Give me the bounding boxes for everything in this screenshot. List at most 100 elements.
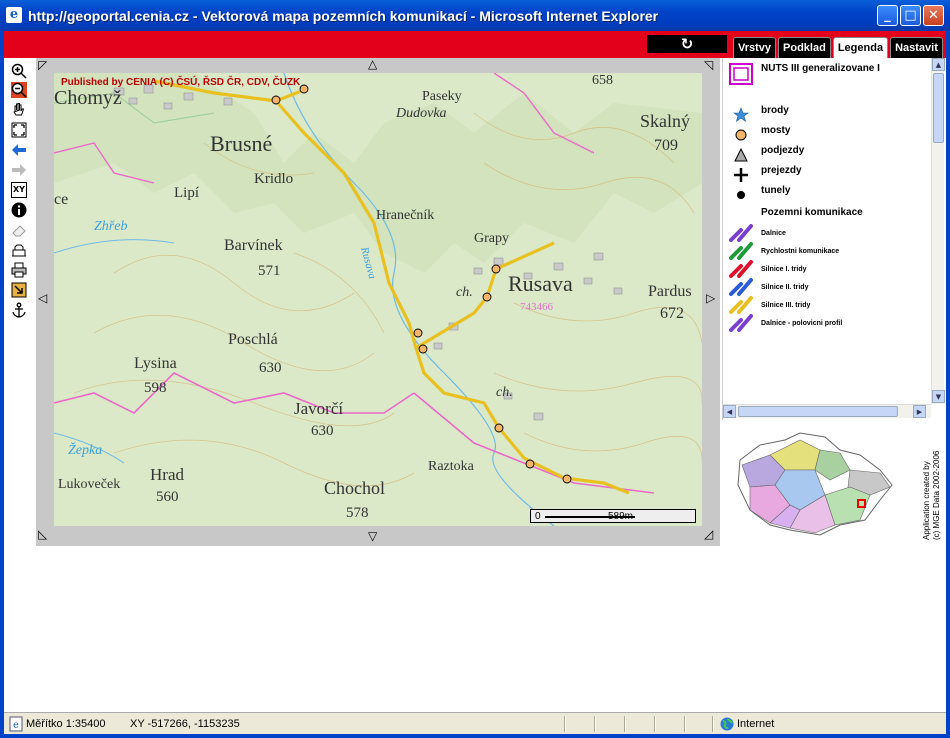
legend-panel: NUTS III generalizovane I brody mosty po… xyxy=(722,58,945,420)
legend-horizontal-scrollbar[interactable]: ◀ ▶ xyxy=(723,404,931,418)
map-label: Raztoka xyxy=(428,459,474,474)
pan-south-icon[interactable]: ▽ xyxy=(368,530,377,542)
pan-southeast-icon[interactable]: ◿ xyxy=(704,528,713,540)
status-separator xyxy=(684,716,686,732)
overview-map[interactable] xyxy=(730,425,896,541)
map-label: Poschlá xyxy=(228,331,278,348)
eraser-icon[interactable] xyxy=(11,222,27,238)
map-label: 630 xyxy=(311,423,334,439)
tab-nastavit[interactable]: Nastavit xyxy=(890,37,943,58)
xy-icon[interactable]: XY xyxy=(11,182,27,198)
tab-vrstvy[interactable]: Vrstvy xyxy=(733,37,777,58)
plus-icon xyxy=(734,168,748,182)
road-dalnice-icon xyxy=(729,224,753,242)
map-label: Brusné xyxy=(210,131,273,156)
legend-road-label: Silnice I. tridy xyxy=(761,266,807,273)
scale-bar: 0 589m xyxy=(530,509,696,523)
scroll-thumb-h[interactable] xyxy=(738,406,898,417)
maximize-button[interactable]: □ xyxy=(900,5,921,26)
legend-item-label: mosty xyxy=(761,125,791,136)
map-label: Javorčí xyxy=(294,399,344,418)
zoom-extent-icon[interactable] xyxy=(11,122,27,138)
map-label: 598 xyxy=(144,380,167,396)
pan-north-icon[interactable]: △ xyxy=(368,58,377,70)
map-canvas[interactable]: Chomyž Brusné Paseky Dudovka Skalný 709 … xyxy=(54,73,702,526)
zoom-out-icon[interactable] xyxy=(11,82,27,98)
legend-item-label: prejezdy xyxy=(761,165,802,176)
legend-item-label: tunely xyxy=(761,185,791,196)
status-separator xyxy=(564,716,566,732)
status-bar: e Měřítko 1:35400 XY -517266, -1153235 I… xyxy=(4,712,946,734)
map-label: Rusava xyxy=(508,271,573,296)
map-label: ce xyxy=(54,191,69,208)
status-separator xyxy=(624,716,626,732)
copyright-text: Published by CENIA (C) ČSÚ, ŘSD ČR, CDV,… xyxy=(61,77,301,88)
window-titlebar[interactable]: e http://geoportal.cenia.cz - Vektorová … xyxy=(0,0,950,31)
map-label: Hrad xyxy=(150,465,184,484)
forward-arrow-icon[interactable] xyxy=(11,162,27,178)
map-label: Pardus xyxy=(648,283,692,300)
map-label: Barvínek xyxy=(224,237,283,254)
window-title: http://geoportal.cenia.cz - Vektorová ma… xyxy=(28,8,659,24)
scale-zero: 0 xyxy=(535,511,541,522)
nuts-region-icon xyxy=(729,63,753,85)
application-credit: Application created by (c) MGE Data 2002… xyxy=(922,451,942,540)
legend-vertical-scrollbar[interactable]: ▲ ▼ xyxy=(931,58,945,404)
back-arrow-icon[interactable] xyxy=(11,142,27,158)
map-label: Lysina xyxy=(134,355,177,372)
map-label: Skalný xyxy=(640,111,691,131)
pan-northwest-icon[interactable]: ◸ xyxy=(38,59,47,71)
pan-southwest-icon[interactable]: ◺ xyxy=(38,528,47,540)
tab-legenda[interactable]: Legenda xyxy=(832,37,889,58)
status-coordinates: XY -517266, -1153235 xyxy=(130,718,240,730)
road-silnice-2-icon xyxy=(729,278,753,296)
scroll-right-icon[interactable]: ▶ xyxy=(913,405,926,418)
tab-podklad[interactable]: Podklad xyxy=(778,37,831,58)
road-rychlostni-icon xyxy=(729,242,753,260)
road-silnice-1-icon xyxy=(729,260,753,278)
map-label: 571 xyxy=(258,263,281,279)
pan-east-icon[interactable]: ▷ xyxy=(706,292,715,304)
zoom-in-icon[interactable] xyxy=(11,63,27,79)
map-label: ch. xyxy=(456,285,473,300)
credit-line-1: Application created by xyxy=(922,461,931,540)
pan-northeast-icon[interactable]: ◹ xyxy=(704,59,713,71)
legend-road-label: Dalnice xyxy=(761,230,786,237)
legend-nuts-label: NUTS III generalizovane I xyxy=(761,63,880,74)
map-label: ch. xyxy=(496,385,513,400)
triangle-icon xyxy=(734,147,748,162)
legend-road-label: Dalnice - polovicni profil xyxy=(761,320,843,327)
map-label: Grapy xyxy=(474,231,509,246)
print-icon[interactable] xyxy=(11,262,27,278)
minimize-button[interactable]: _ xyxy=(877,5,898,26)
map-label: 630 xyxy=(259,360,282,376)
dot-icon xyxy=(737,191,745,199)
scroll-down-icon[interactable]: ▼ xyxy=(932,390,945,403)
measure-icon[interactable] xyxy=(11,242,27,258)
scroll-up-icon[interactable]: ▲ xyxy=(932,58,945,71)
legend-road-label: Rychlostni komunikace xyxy=(761,248,840,255)
map-label: Žepka xyxy=(68,443,103,458)
pan-hand-icon[interactable] xyxy=(11,102,27,118)
anchor-icon[interactable] xyxy=(11,302,27,318)
map-label: 560 xyxy=(156,489,179,505)
info-icon[interactable] xyxy=(11,202,27,218)
map-label: Zhřeb xyxy=(94,219,128,234)
ie-logo-icon: e xyxy=(6,7,22,23)
status-separator xyxy=(712,716,714,732)
map-label: Lipí xyxy=(174,185,199,201)
refresh-button[interactable]: ↻ xyxy=(647,35,727,53)
scroll-left-icon[interactable]: ◀ xyxy=(723,405,736,418)
scroll-thumb[interactable] xyxy=(933,73,944,143)
export-icon[interactable] xyxy=(11,282,27,298)
circle-icon xyxy=(735,129,747,141)
map-label: 578 xyxy=(346,505,369,521)
legend-content: NUTS III generalizovane I brody mosty po… xyxy=(723,58,931,404)
status-zone: Internet xyxy=(737,718,775,730)
status-separator xyxy=(654,716,656,732)
map-label: Lukoveček xyxy=(58,477,121,492)
pan-west-icon[interactable]: ◁ xyxy=(38,292,47,304)
map-label: Chochol xyxy=(324,478,385,498)
close-button[interactable]: ✕ xyxy=(923,5,944,26)
road-dalnice-polovicni-icon xyxy=(729,314,753,332)
